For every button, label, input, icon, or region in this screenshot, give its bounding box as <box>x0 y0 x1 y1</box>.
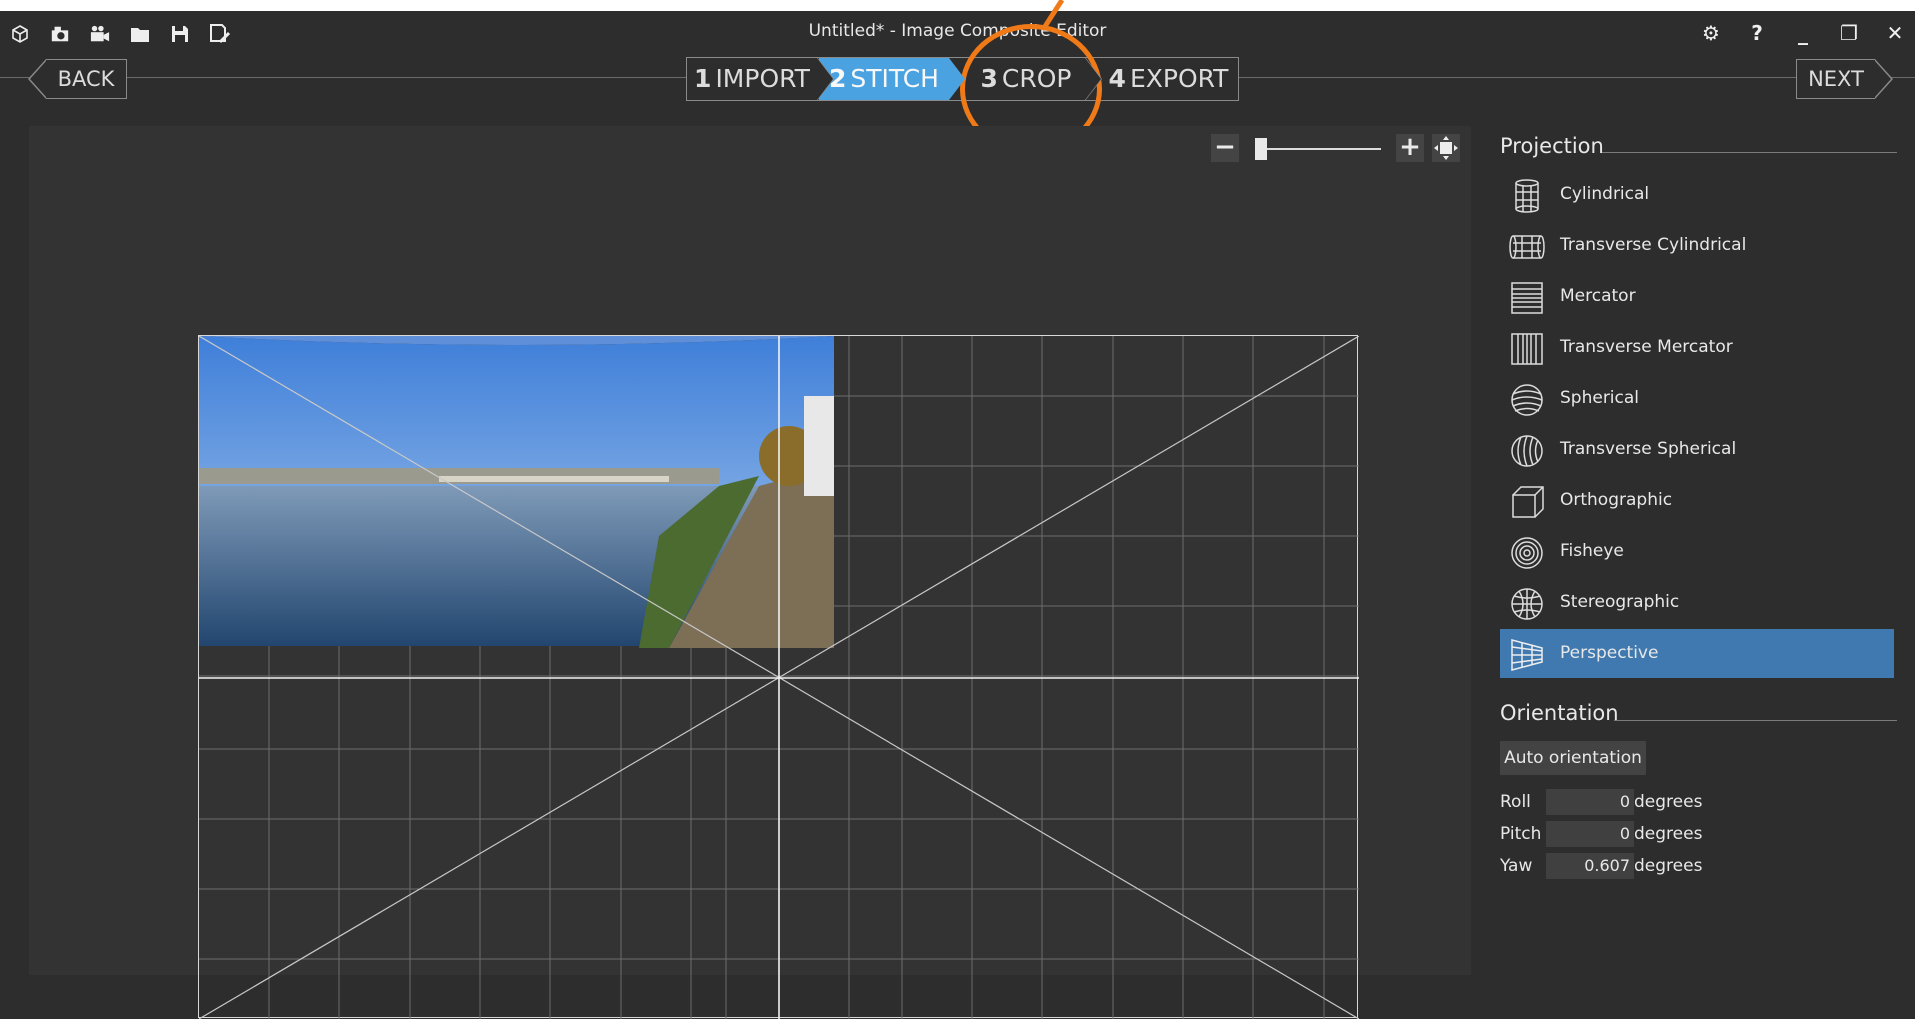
alignment-grid <box>198 335 1359 1019</box>
roll-label: Roll <box>1500 792 1531 812</box>
workflow-steps: 1 IMPORT 2 STITCH 3 CROP 4 EXPORT <box>686 57 1239 101</box>
roll-unit: degrees <box>1634 792 1703 812</box>
yaw-unit: degrees <box>1634 856 1703 876</box>
step-label: IMPORT <box>715 64 810 93</box>
projection-label: Transverse Spherical <box>1560 439 1737 459</box>
top-strip <box>0 0 1915 11</box>
zoom-slider-thumb[interactable] <box>1255 138 1268 160</box>
projection-title: Projection <box>1500 134 1604 158</box>
spherical-icon <box>1511 384 1543 416</box>
projection-label: Spherical <box>1560 388 1640 408</box>
projection-spherical[interactable]: Spherical <box>1500 374 1894 423</box>
close-button[interactable]: ✕ <box>1885 21 1905 45</box>
transverse-cylindrical-icon <box>1509 235 1545 259</box>
minimize-button[interactable]: _ <box>1793 21 1813 45</box>
projection-label: Stereographic <box>1560 592 1680 612</box>
orientation-title: Orientation <box>1500 701 1619 725</box>
step-export[interactable]: 4 EXPORT <box>1099 58 1238 100</box>
zoom-controls: − + <box>1211 134 1471 164</box>
step-label: STITCH <box>850 64 939 93</box>
stitch-canvas[interactable] <box>29 126 1471 1019</box>
annotation-arrow-tail <box>1041 0 1065 30</box>
projection-label: Orthographic <box>1560 490 1673 510</box>
roll-input[interactable]: 0 <box>1546 789 1634 815</box>
auto-orientation-button[interactable]: Auto orientation <box>1500 741 1646 775</box>
section-divider <box>1602 152 1897 153</box>
pitch-label: Pitch <box>1500 824 1542 844</box>
projection-label: Transverse Mercator <box>1560 337 1733 357</box>
transverse-spherical-icon <box>1511 435 1543 467</box>
zoom-in-button[interactable]: + <box>1396 134 1424 162</box>
fit-to-window-icon[interactable] <box>1432 134 1460 162</box>
step-label: EXPORT <box>1129 64 1229 93</box>
yaw-label: Yaw <box>1500 856 1533 876</box>
zoom-out-button[interactable]: − <box>1211 134 1239 162</box>
settings-icon[interactable]: ⚙ <box>1701 21 1721 45</box>
step-number: 4 <box>1108 64 1126 93</box>
orthographic-icon <box>1512 486 1544 518</box>
title-bar: Untitled* - Image Composite Editor ⚙ ? _… <box>0 11 1915 45</box>
step-number: 1 <box>694 64 712 93</box>
window-controls: ⚙ ? _ ❐ ✕ <box>1701 21 1905 45</box>
projection-fisheye[interactable]: Fisheye <box>1500 527 1894 576</box>
step-stitch[interactable]: 2 STITCH <box>819 58 965 100</box>
projection-label: Perspective <box>1560 643 1659 663</box>
cylindrical-icon <box>1515 179 1539 213</box>
projection-transverse-cylindrical[interactable]: Transverse Cylindrical <box>1500 221 1894 270</box>
projection-mercator[interactable]: Mercator <box>1500 272 1894 321</box>
window-title: Untitled* - Image Composite Editor <box>808 21 1107 41</box>
step-separator-fill <box>817 58 833 100</box>
back-button[interactable]: BACK <box>28 59 127 99</box>
yaw-input[interactable]: 0.607 <box>1546 853 1634 879</box>
projection-orthographic[interactable]: Orthographic <box>1500 476 1894 525</box>
section-divider <box>1614 720 1897 721</box>
projection-cylindrical[interactable]: Cylindrical <box>1500 170 1894 219</box>
projection-stereographic[interactable]: Stereographic <box>1500 578 1894 627</box>
projection-transverse-spherical[interactable]: Transverse Spherical <box>1500 425 1894 474</box>
projection-label: Transverse Cylindrical <box>1560 235 1747 255</box>
pitch-unit: degrees <box>1634 824 1703 844</box>
next-button[interactable]: NEXT <box>1796 59 1893 99</box>
transverse-mercator-icon <box>1511 333 1543 365</box>
projection-transverse-mercator[interactable]: Transverse Mercator <box>1500 323 1894 372</box>
active-step-arrow <box>949 58 965 100</box>
projection-label: Fisheye <box>1560 541 1624 561</box>
help-icon[interactable]: ? <box>1747 21 1767 45</box>
zoom-slider-track[interactable] <box>1255 148 1381 150</box>
mercator-icon <box>1511 282 1543 314</box>
projection-perspective[interactable]: Perspective <box>1500 629 1894 678</box>
fisheye-icon <box>1511 537 1543 569</box>
step-import[interactable]: 1 IMPORT <box>687 57 834 101</box>
pitch-input[interactable]: 0 <box>1546 821 1634 847</box>
projection-label: Mercator <box>1560 286 1636 306</box>
side-panel: Projection Cylindrical Transverse Cylind… <box>1484 126 1915 975</box>
guide-lines <box>199 336 1359 1019</box>
step-separator-fill <box>1085 58 1101 100</box>
restore-button[interactable]: ❐ <box>1839 21 1859 45</box>
stereographic-icon <box>1511 588 1543 620</box>
perspective-icon <box>1511 639 1543 671</box>
projection-label: Cylindrical <box>1560 184 1650 204</box>
